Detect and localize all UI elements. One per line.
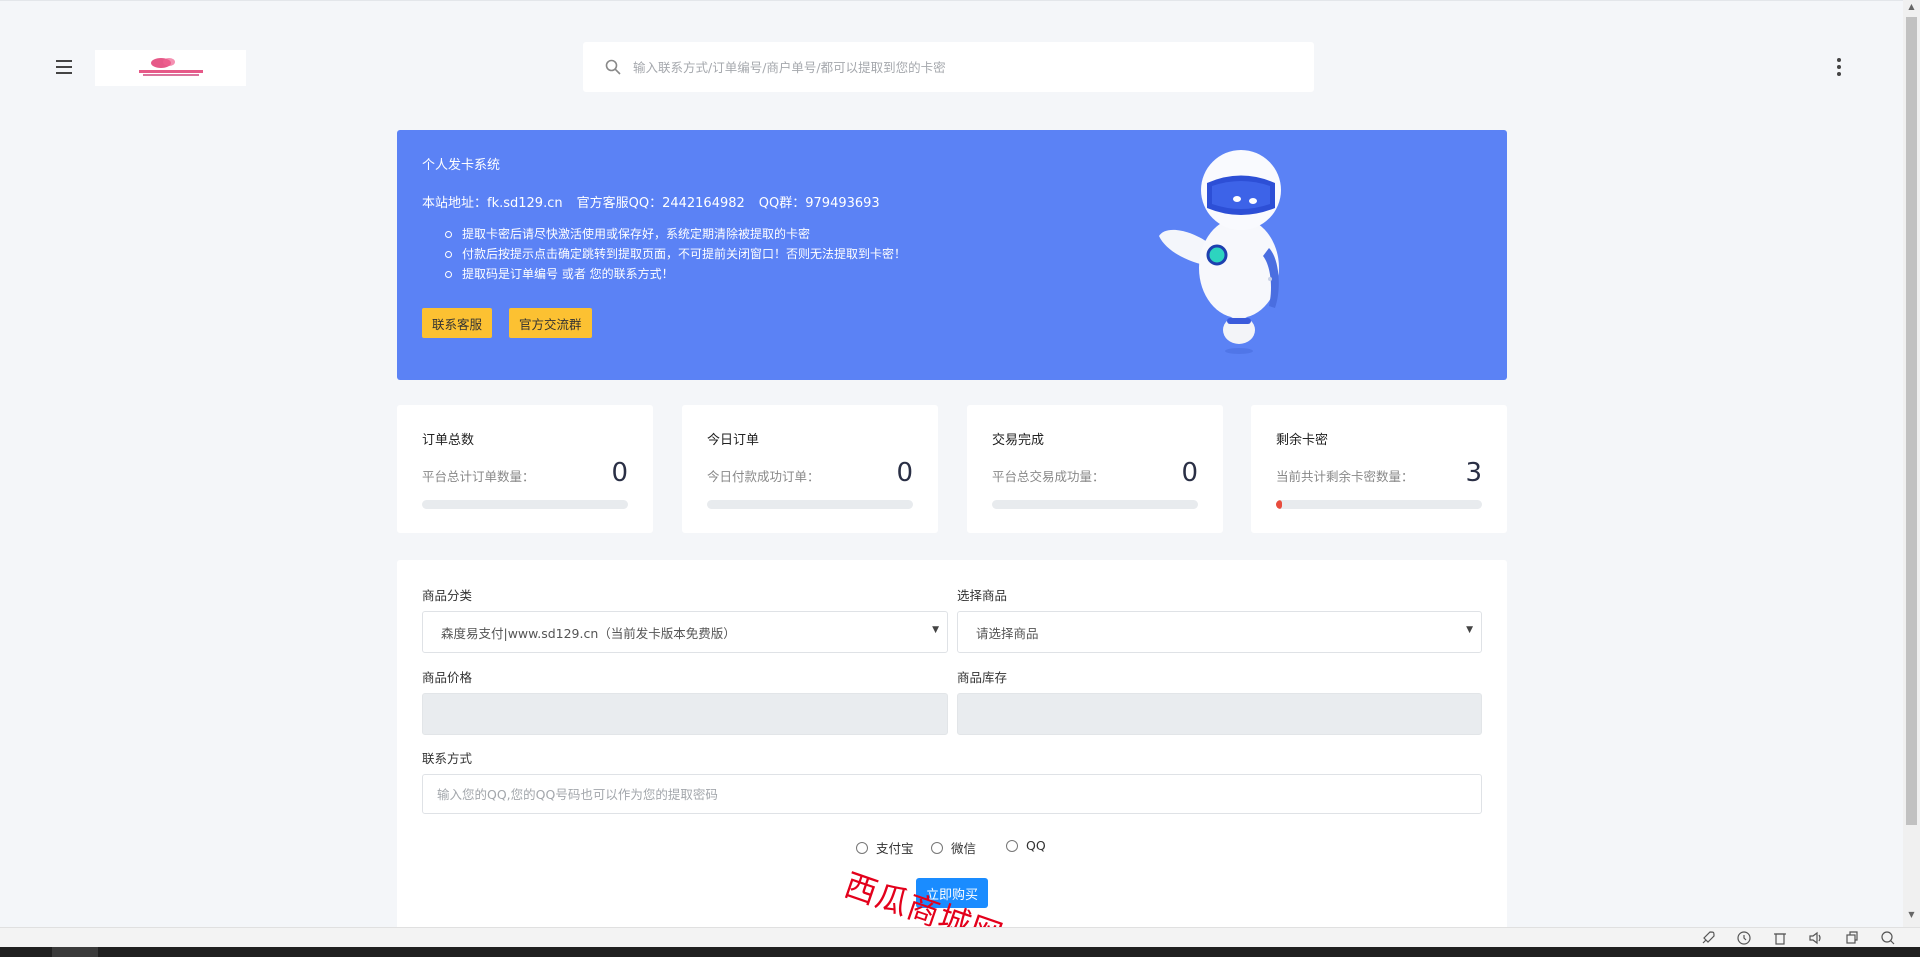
stat-title: 今日订单 — [707, 433, 760, 448]
price-label: 商品价格 — [422, 670, 473, 685]
pay-option-alipay[interactable]: 支付宝 — [856, 838, 914, 857]
stat-label: 当前共计剩余卡密数量： — [1276, 469, 1414, 484]
radio-label: QQ — [1026, 838, 1046, 853]
banner-contact-info: 本站地址：fk.sd129.cn 官方客服QQ：2442164982 QQ群：979… — [422, 192, 894, 211]
scroll-up-arrow[interactable]: ▲ — [1906, 2, 1917, 11]
service-qq: 官方客服QQ：2442164982 — [576, 196, 745, 211]
stat-label: 平台总交易成功量： — [992, 469, 1105, 484]
radio-label: 支付宝 — [876, 841, 914, 856]
radio-circle[interactable] — [1006, 839, 1018, 852]
pay-option-qq[interactable]: QQ — [1006, 838, 1046, 853]
stat-progress-fill — [1276, 500, 1283, 509]
search-tray-icon[interactable] — [1880, 930, 1896, 946]
order-form: 商品分类 森度易支付|www.sd129.cn（当前发卡版本免费版） ▼ 选择商… — [397, 560, 1507, 930]
price-field — [422, 693, 948, 735]
scroll-down-arrow[interactable]: ▼ — [1906, 910, 1917, 919]
stat-card-remaining-cards: 剩余卡密 当前共计剩余卡密数量： 3 — [1251, 405, 1507, 533]
stat-card-today-orders: 今日订单 今日付款成功订单： 0 — [682, 405, 938, 533]
logo-image — [138, 58, 203, 76]
radio-label: 微信 — [951, 841, 977, 856]
category-select[interactable]: 森度易支付|www.sd129.cn（当前发卡版本免费版） ▼ — [422, 611, 948, 653]
copy-icon[interactable] — [1844, 930, 1860, 946]
notice-list: 提取卡密后请尽快激活使用或保存好，系统定期清除被提取的卡密 付款后按提示点击确定… — [445, 224, 906, 284]
search-input[interactable] — [633, 59, 1314, 75]
scrollbar-thumb[interactable] — [1906, 17, 1917, 825]
stat-title: 剩余卡密 — [1276, 433, 1329, 448]
stat-label: 今日付款成功订单： — [707, 469, 820, 484]
notice-item: 提取卡密后请尽快激活使用或保存好，系统定期清除被提取的卡密 — [445, 224, 906, 244]
search-icon — [605, 59, 621, 75]
refresh-icon[interactable] — [1736, 930, 1752, 946]
stat-progress-bar — [422, 500, 628, 509]
chevron-down-icon: ▼ — [932, 625, 939, 635]
site-logo[interactable] — [95, 50, 246, 86]
stat-progress-bar — [707, 500, 913, 509]
stat-value: 0 — [1181, 458, 1198, 488]
stock-label: 商品库存 — [957, 670, 1008, 685]
trash-icon[interactable] — [1772, 930, 1788, 946]
stat-card-total-orders: 订单总数 平台总计订单数量： 0 — [397, 405, 653, 533]
pay-option-wechat[interactable]: 微信 — [931, 838, 976, 857]
stat-progress-bar — [1276, 500, 1482, 509]
notice-item: 付款后按提示点击确定跳转到提取页面，不可提前关闭窗口！否则无法提取到卡密！ — [445, 244, 906, 264]
stock-field — [957, 693, 1482, 735]
system-tray — [1700, 930, 1896, 946]
stat-card-completed: 交易完成 平台总交易成功量： 0 — [967, 405, 1223, 533]
category-selected-value: 森度易支付|www.sd129.cn（当前发卡版本免费版） — [441, 625, 736, 641]
qq-group: QQ群：979493693 — [758, 196, 880, 211]
rocket-icon[interactable] — [1700, 930, 1716, 946]
product-selected-value: 请选择商品 — [976, 625, 1039, 641]
speaker-icon[interactable] — [1808, 930, 1824, 946]
stat-value: 0 — [896, 458, 913, 488]
chevron-down-icon: ▼ — [1466, 625, 1473, 635]
notice-item: 提取码是订单编号 或者 您的联系方式！ — [445, 264, 906, 284]
stat-value: 3 — [1465, 458, 1482, 488]
contact-service-button[interactable]: 联系客服 — [422, 308, 493, 338]
product-label: 选择商品 — [957, 588, 1008, 603]
contact-input[interactable] — [422, 774, 1482, 814]
site-address: 本站地址：fk.sd129.cn — [422, 196, 563, 211]
stat-value: 0 — [611, 458, 628, 488]
stat-title: 订单总数 — [422, 433, 475, 448]
status-strip — [0, 927, 1920, 947]
radio-circle[interactable] — [931, 841, 943, 854]
robot-illustration — [1159, 150, 1281, 354]
stat-title: 交易完成 — [992, 433, 1045, 448]
category-label: 商品分类 — [422, 588, 473, 603]
menu-icon[interactable] — [54, 56, 74, 78]
header — [0, 0, 1900, 134]
search-box[interactable] — [583, 42, 1314, 92]
taskbar-app-item[interactable] — [52, 947, 98, 957]
banner-title: 个人发卡系统 — [422, 158, 501, 173]
radio-circle[interactable] — [856, 841, 868, 854]
more-vertical-icon[interactable] — [1834, 58, 1844, 76]
os-taskbar — [0, 947, 1920, 957]
stat-label: 平台总计订单数量： — [422, 469, 535, 484]
info-banner: 个人发卡系统 本站地址：fk.sd129.cn 官方客服QQ：2442164982… — [397, 130, 1507, 380]
exchange-group-button[interactable]: 官方交流群 — [509, 308, 592, 338]
product-select[interactable]: 请选择商品 ▼ — [957, 611, 1482, 653]
contact-label: 联系方式 — [422, 751, 473, 766]
stat-progress-bar — [992, 500, 1198, 509]
